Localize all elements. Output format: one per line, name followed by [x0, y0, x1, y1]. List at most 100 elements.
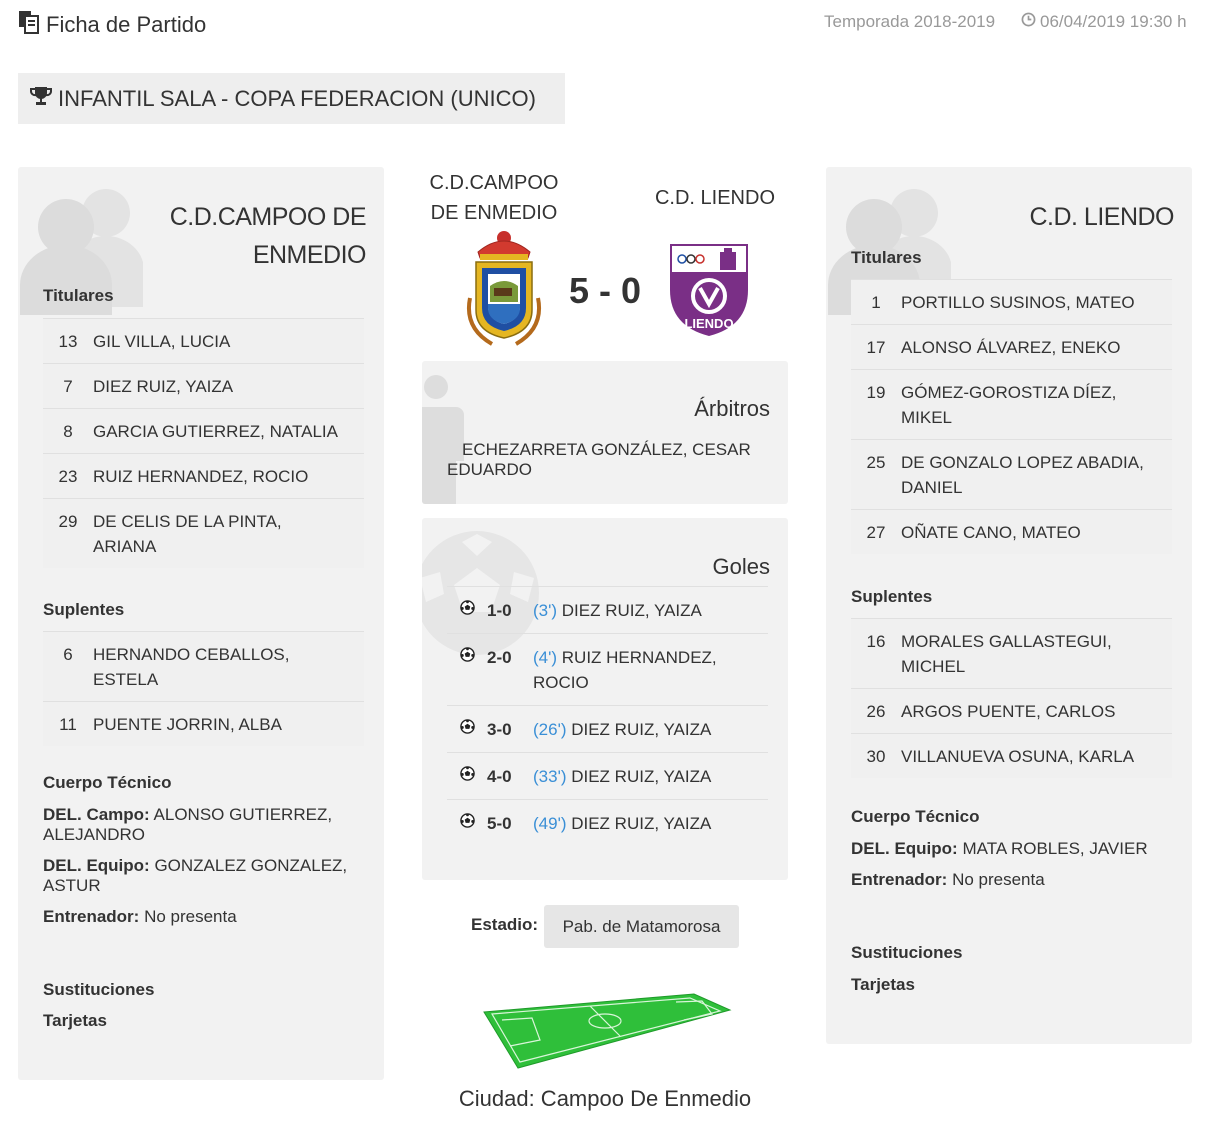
- staff-role: DEL. Equipo:: [43, 856, 150, 875]
- away-staff-coach: Entrenador: No presenta: [851, 870, 1171, 890]
- home-player-row[interactable]: 7 DIEZ RUIZ, YAIZA: [43, 363, 364, 408]
- goal-description: (26') DIEZ RUIZ, YAIZA: [533, 717, 768, 742]
- goal-minute-link[interactable]: (49'): [533, 814, 566, 833]
- goal-row: 5-0 (49') DIEZ RUIZ, YAIZA: [447, 799, 768, 846]
- away-sub-row[interactable]: 16 MORALES GALLASTEGUI, MICHEL: [851, 618, 1172, 688]
- away-player-row[interactable]: 19 GÓMEZ-GOROSTIZA DÍEZ, MIKEL: [851, 369, 1172, 439]
- player-number: 7: [63, 377, 73, 396]
- goal-minute-link[interactable]: (33'): [533, 767, 566, 786]
- staff-name: No presenta: [952, 870, 1045, 889]
- home-starters-list: 13 GIL VILLA, LUCIA 7 DIEZ RUIZ, YAIZA 8 GA…: [43, 318, 364, 568]
- staff-role: Entrenador:: [43, 907, 140, 926]
- goal-row: 3-0 (26') DIEZ RUIZ, YAIZA: [447, 705, 768, 752]
- away-sub-row[interactable]: 26 ARGOS PUENTE, CARLOS: [851, 688, 1172, 733]
- away-subs-list: 16 MORALES GALLASTEGUI, MICHEL 26 ARGOS PU…: [851, 618, 1172, 778]
- goal-result: 4-0: [487, 767, 512, 786]
- goal-result: 1-0: [487, 601, 512, 620]
- goal-scorer: RUIZ HERNANDEZ, ROCIO: [533, 648, 717, 692]
- player-number: 13: [58, 332, 78, 351]
- stadium-value: Pab. de Matamorosa: [544, 905, 739, 948]
- home-team-crest-icon: [467, 231, 541, 346]
- home-cards-heading: Tarjetas: [43, 1011, 107, 1030]
- player-number: 16: [866, 632, 886, 651]
- home-player-row[interactable]: 23 RUIZ HERNANDEZ, ROCIO: [43, 453, 364, 498]
- home-team-center-name: C.D.CAMPOO DE ENMEDIO: [429, 172, 559, 224]
- player-number: 8: [63, 422, 73, 441]
- away-starters-heading: Titulares: [851, 248, 922, 267]
- away-crest-text: LIENDO: [684, 316, 733, 331]
- staff-name: No presenta: [144, 907, 237, 926]
- referees-panel: Árbitros ECHEZARRETA GONZÁLEZ, CESAR EDU…: [422, 361, 788, 504]
- goal-description: (3') DIEZ RUIZ, YAIZA: [533, 598, 768, 623]
- staff-role: Entrenador:: [851, 870, 948, 889]
- player-number: 26: [866, 702, 886, 721]
- away-staff-team-delegate: DEL. Equipo: MATA ROBLES, JAVIER: [851, 839, 1171, 859]
- player-number: 27: [866, 523, 886, 542]
- player-name: VILLANUEVA OSUNA, KARLA: [901, 747, 1135, 766]
- home-sub-row[interactable]: 6 HERNANDO CEBALLOS, ESTELA: [43, 631, 364, 701]
- home-team-name: C.D.CAMPOO DE ENMEDIO: [169, 203, 367, 269]
- home-player-row[interactable]: 8 GARCIA GUTIERREZ, NATALIA: [43, 408, 364, 453]
- player-name: GIL VILLA, LUCIA: [93, 332, 231, 351]
- goal-description: (33') DIEZ RUIZ, YAIZA: [533, 764, 768, 789]
- home-sub-row[interactable]: 11 PUENTE JORRIN, ALBA: [43, 701, 364, 746]
- player-number: 30: [866, 747, 886, 766]
- goal-scorer: DIEZ RUIZ, YAIZA: [571, 814, 712, 833]
- goal-row: 1-0 (3') DIEZ RUIZ, YAIZA: [447, 586, 768, 633]
- player-name: DIEZ RUIZ, YAIZA: [93, 377, 234, 396]
- away-player-row[interactable]: 27 OÑATE CANO, MATEO: [851, 509, 1172, 554]
- goals-panel: Goles 1-0 (3') DIEZ RUIZ, YAIZA 2-0 (4')…: [422, 518, 788, 880]
- player-name: MORALES GALLASTEGUI, MICHEL: [901, 632, 1112, 676]
- player-name: ALONSO ÁLVAREZ, ENEKO: [901, 338, 1121, 357]
- player-number: 17: [866, 338, 886, 357]
- goal-minute-link[interactable]: (3'): [533, 601, 557, 620]
- soccer-ball-icon: [447, 811, 487, 828]
- player-number: 1: [871, 293, 881, 312]
- referees-title: Árbitros: [694, 396, 770, 421]
- home-player-row[interactable]: 29 DE CELIS DE LA PINTA, ARIANA: [43, 498, 364, 568]
- away-team-crest-icon: LIENDO: [670, 244, 748, 336]
- player-name: RUIZ HERNANDEZ, ROCIO: [93, 467, 309, 486]
- competition-banner: INFANTIL SALA - COPA FEDERACION (UNICO): [18, 73, 565, 124]
- datetime-text: 06/04/2019 19:30 h: [1040, 12, 1187, 31]
- player-number: 23: [58, 467, 78, 486]
- away-subs-heading: Suplentes: [851, 587, 933, 606]
- soccer-ball-icon: [447, 717, 487, 734]
- away-player-row[interactable]: 1 PORTILLO SUSINOS, MATEO: [851, 279, 1172, 324]
- player-name: DE GONZALO LOPEZ ABADIA, DANIEL: [901, 453, 1144, 497]
- home-staff-heading: Cuerpo Técnico: [43, 773, 172, 792]
- goal-row: 4-0 (33') DIEZ RUIZ, YAIZA: [447, 752, 768, 799]
- player-name: PUENTE JORRIN, ALBA: [93, 715, 282, 734]
- goal-minute-link[interactable]: (4'): [533, 648, 557, 667]
- referee-person-icon: [422, 375, 464, 504]
- away-sub-row[interactable]: 30 VILLANUEVA OSUNA, KARLA: [851, 733, 1172, 778]
- player-number: 25: [866, 453, 886, 472]
- player-number: 19: [866, 383, 886, 402]
- away-player-row[interactable]: 25 DE GONZALO LOPEZ ABADIA, DANIEL: [851, 439, 1172, 509]
- player-name: OÑATE CANO, MATEO: [901, 523, 1081, 542]
- referee-name: ECHEZARRETA GONZÁLEZ, CESAR EDUARDO: [447, 440, 751, 479]
- away-cards-heading: Tarjetas: [851, 975, 915, 994]
- home-staff-team-delegate: DEL. Equipo: GONZALEZ GONZALEZ, ASTUR: [43, 856, 363, 896]
- home-substitutions-heading: Sustituciones: [43, 980, 155, 999]
- player-name: PORTILLO SUSINOS, MATEO: [901, 293, 1135, 312]
- goal-scorer: DIEZ RUIZ, YAIZA: [571, 720, 712, 739]
- home-staff-delegate-field: DEL. Campo: ALONSO GUTIERREZ, ALEJANDRO: [43, 805, 363, 845]
- staff-role: DEL. Campo:: [43, 805, 150, 824]
- stadium-label: Estadio:: [471, 915, 539, 934]
- soccer-ball-icon: [447, 598, 487, 615]
- player-name: HERNANDO CEBALLOS, ESTELA: [93, 645, 290, 689]
- away-player-row[interactable]: 17 ALONSO ÁLVAREZ, ENEKO: [851, 324, 1172, 369]
- goal-minute-link[interactable]: (26'): [533, 720, 566, 739]
- football-pitch-icon: [483, 993, 732, 1069]
- away-team-name: C.D. LIENDO: [1029, 203, 1174, 231]
- away-substitutions-heading: Sustituciones: [851, 943, 963, 962]
- clock-icon: [1021, 12, 1036, 32]
- staff-role: DEL. Equipo:: [851, 839, 958, 858]
- away-staff-heading: Cuerpo Técnico: [851, 807, 980, 826]
- page-title: Ficha de Partido: [18, 10, 206, 40]
- header-bar: Ficha de Partido Temporada 2018-2019 06/…: [0, 0, 1211, 50]
- home-player-row[interactable]: 13 GIL VILLA, LUCIA: [43, 318, 364, 363]
- goal-result: 2-0: [487, 648, 512, 667]
- player-number: 11: [59, 715, 77, 734]
